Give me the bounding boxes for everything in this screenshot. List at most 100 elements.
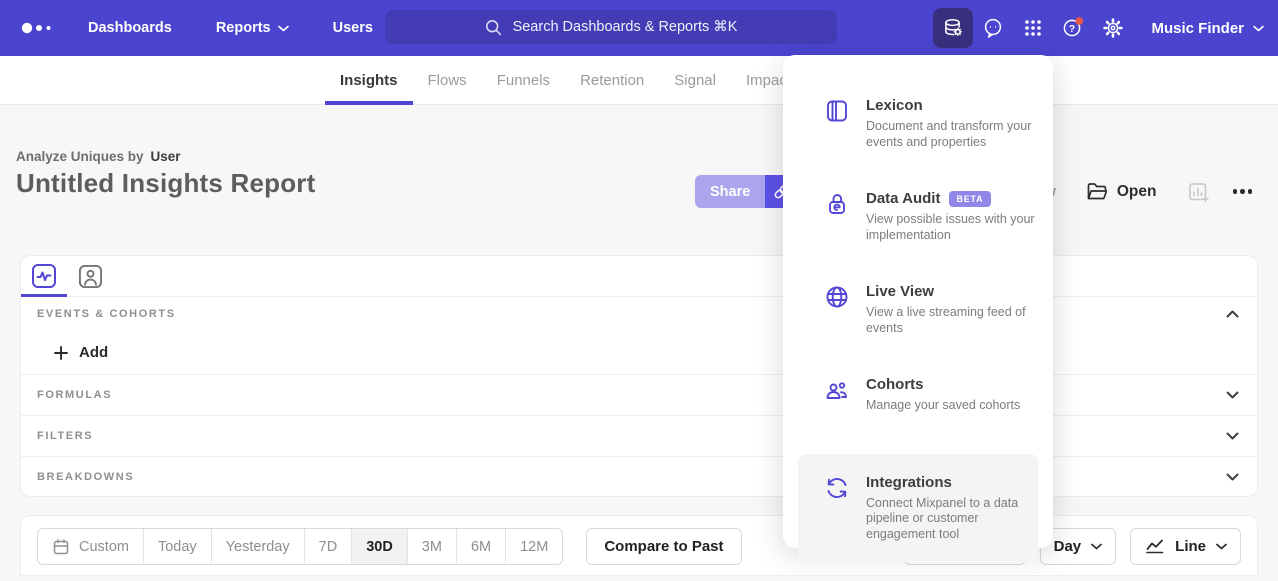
- settings-icon: [1102, 17, 1124, 39]
- data-management-button[interactable]: [933, 8, 973, 48]
- open-label: Open: [1117, 183, 1157, 201]
- date-range-controls: Custom Today Yesterday 7D 30D 3M 6M 12M …: [37, 528, 742, 565]
- range-label: 12M: [520, 539, 548, 555]
- range-6m[interactable]: 6M: [457, 529, 506, 564]
- messages-icon: [982, 17, 1004, 39]
- plus-icon: [54, 346, 68, 360]
- insights-chart-icon: [31, 263, 57, 289]
- compare-to-past-button[interactable]: Compare to Past: [586, 528, 741, 565]
- chevron-down-icon[interactable]: [1226, 391, 1239, 399]
- lock-icon: [824, 191, 850, 217]
- project-name: Music Finder: [1151, 20, 1244, 37]
- builder-view-tabs: [21, 256, 1257, 297]
- tab-signal[interactable]: Signal: [659, 56, 731, 105]
- page-title[interactable]: Untitled Insights Report: [16, 168, 315, 199]
- range-3m[interactable]: 3M: [408, 529, 457, 564]
- mixpanel-logo[interactable]: [20, 21, 54, 35]
- chart-controls-bar: Custom Today Yesterday 7D 30D 3M 6M 12M …: [20, 515, 1258, 576]
- menu-item-title: Data Audit BETA: [866, 190, 1038, 207]
- menu-item-text: Data Audit BETA View possible issues wit…: [866, 190, 1038, 243]
- tab-label: Flows: [428, 72, 467, 89]
- tab-label: Retention: [580, 72, 644, 89]
- range-label: 7D: [319, 539, 338, 555]
- dot: [1233, 189, 1238, 194]
- section-label: BREAKDOWNS: [37, 471, 134, 483]
- nav-item-reports[interactable]: Reports: [216, 20, 289, 36]
- breadcrumb-entity[interactable]: User: [151, 149, 181, 164]
- messages-button[interactable]: [973, 8, 1013, 48]
- menu-item-live-view[interactable]: Live View View a live streaming feed of …: [783, 263, 1053, 356]
- range-label: 6M: [471, 539, 491, 555]
- menu-item-title: Cohorts: [866, 376, 1038, 393]
- range-12m[interactable]: 12M: [506, 529, 562, 564]
- menu-item-text: Cohorts Manage your saved cohorts: [866, 376, 1038, 414]
- tab-flows[interactable]: Flows: [413, 56, 482, 105]
- range-label: 30D: [366, 539, 393, 555]
- globe-icon: [824, 284, 850, 310]
- menu-item-data-audit[interactable]: Data Audit BETA View possible issues wit…: [783, 170, 1053, 263]
- nav-item-users[interactable]: Users: [333, 20, 373, 36]
- chevron-up-icon[interactable]: [1226, 310, 1239, 318]
- search-input[interactable]: Search Dashboards & Reports ⌘K: [385, 10, 837, 44]
- tab-funnels[interactable]: Funnels: [482, 56, 565, 105]
- breadcrumb-prefix: Analyze Uniques by: [16, 149, 144, 164]
- section-filters[interactable]: FILTERS: [21, 415, 1257, 456]
- tab-events-view[interactable]: [21, 256, 67, 296]
- report-tabbar: Insights Flows Funnels Retention Signal …: [0, 56, 1278, 105]
- range-custom[interactable]: Custom: [38, 529, 144, 564]
- section-events-cohorts[interactable]: EVENTS & COHORTS: [21, 297, 1257, 331]
- chevron-down-icon[interactable]: [1226, 432, 1239, 440]
- chart-type-label: Line: [1175, 538, 1206, 555]
- range-30d[interactable]: 30D: [352, 529, 408, 564]
- chevron-down-icon: [1091, 543, 1102, 550]
- folder-icon: [1086, 182, 1107, 201]
- tab-insights[interactable]: Insights: [325, 56, 413, 105]
- chevron-down-icon[interactable]: [1226, 473, 1239, 481]
- data-management-menu: Lexicon Document and transform your even…: [783, 55, 1053, 548]
- menu-item-integrations[interactable]: Integrations Connect Mixpanel to a data …: [798, 454, 1038, 563]
- cohorts-icon: [824, 377, 850, 403]
- chart-type-select[interactable]: Line: [1130, 528, 1241, 565]
- menu-item-desc: Manage your saved cohorts: [866, 398, 1038, 414]
- menu-item-lexicon[interactable]: Lexicon Document and transform your even…: [783, 77, 1053, 170]
- menu-item-text: Live View View a live streaming feed of …: [866, 283, 1038, 336]
- menu-item-desc: Connect Mixpanel to a data pipeline or c…: [866, 496, 1038, 543]
- sync-icon: [824, 475, 850, 501]
- help-button[interactable]: ?: [1053, 8, 1093, 48]
- menu-item-title: Integrations: [866, 474, 1038, 491]
- chevron-down-icon: [1216, 543, 1227, 550]
- project-switcher[interactable]: Music Finder: [1151, 20, 1264, 37]
- range-7d[interactable]: 7D: [305, 529, 353, 564]
- dot: [1240, 189, 1245, 194]
- navbar-right-cluster: ? Music Finder: [933, 8, 1264, 48]
- section-formulas[interactable]: FORMULAS: [21, 374, 1257, 415]
- tab-label: Signal: [674, 72, 716, 89]
- menu-item-cohorts[interactable]: Cohorts Manage your saved cohorts: [783, 356, 1053, 454]
- chevron-down-icon: [1253, 25, 1264, 32]
- menu-item-text: Integrations Connect Mixpanel to a data …: [866, 474, 1038, 543]
- range-yesterday[interactable]: Yesterday: [212, 529, 305, 564]
- section-breakdowns[interactable]: BREAKDOWNS: [21, 456, 1257, 497]
- tab-users-view[interactable]: [67, 256, 113, 296]
- apps-grid-button[interactable]: [1013, 8, 1053, 48]
- nav-item-dashboards[interactable]: Dashboards: [88, 20, 172, 36]
- menu-item-desc: View possible issues with your implement…: [866, 212, 1038, 243]
- share-button[interactable]: Share: [695, 175, 765, 208]
- report-header: Analyze Uniques by User Untitled Insights…: [0, 105, 1278, 255]
- settings-button[interactable]: [1093, 8, 1133, 48]
- menu-item-text: Lexicon Document and transform your even…: [866, 97, 1038, 150]
- apps-grid-icon: [1022, 17, 1044, 39]
- dot: [1248, 189, 1253, 194]
- search-icon: [485, 19, 502, 36]
- more-options-button[interactable]: [1231, 185, 1255, 198]
- nav-item-label: Users: [333, 20, 373, 36]
- range-today[interactable]: Today: [144, 529, 212, 564]
- add-event-button[interactable]: Add: [21, 331, 1257, 374]
- book-icon: [824, 98, 850, 124]
- add-to-dashboard-button[interactable]: [1187, 181, 1209, 203]
- add-label: Add: [79, 344, 108, 361]
- open-report-button[interactable]: Open: [1086, 182, 1157, 201]
- tab-label: Insights: [340, 72, 398, 89]
- chart-add-icon: [1187, 181, 1209, 203]
- tab-retention[interactable]: Retention: [565, 56, 659, 105]
